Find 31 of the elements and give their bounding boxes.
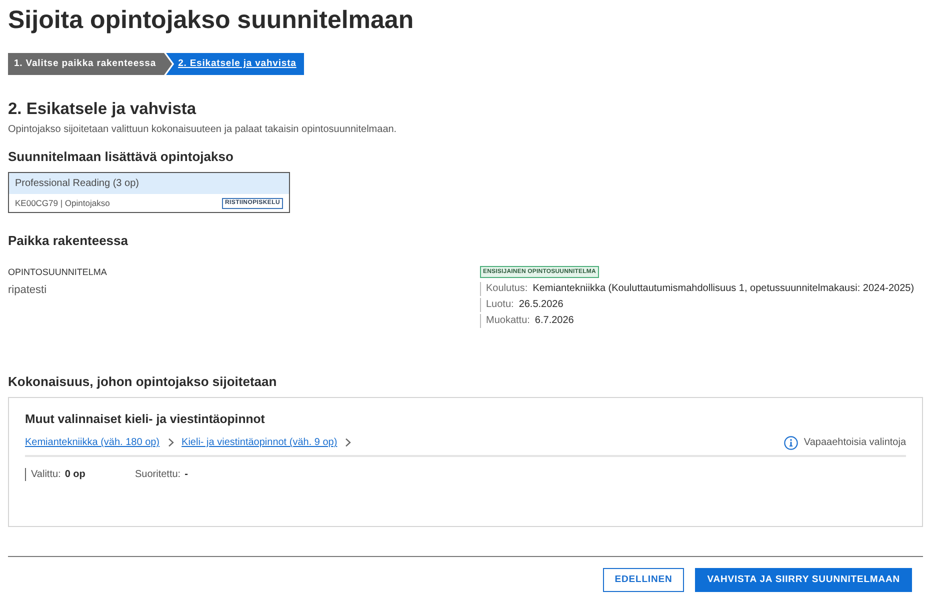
detail-label: Luotu:: [486, 298, 514, 312]
stat-label: Suoritettu:: [135, 468, 181, 481]
course-meta: KE00CG79 | Opintojakso: [15, 197, 110, 210]
section-heading: Kokonaisuus, johon opintojakso sijoitetaan: [8, 373, 278, 391]
section-heading: Paikka rakenteessa: [8, 232, 129, 250]
step-tab[interactable]: 1. Valitse paikka rakenteessa: [8, 53, 172, 75]
page-title: Sijoita opintojakso suunnitelmaan: [8, 5, 415, 36]
step-tab[interactable]: 2. Esikatsele ja vahvista: [166, 53, 304, 75]
plan-name: ripatesti: [8, 283, 48, 298]
back-button[interactable]: EDELLINEN: [602, 568, 684, 592]
info-text: Vapaaehtoisia valintoja: [804, 436, 906, 450]
stat-label: Valittu:: [31, 468, 61, 481]
chevron-icon: [345, 438, 352, 447]
course-name: Professional Reading (3 op): [9, 173, 289, 194]
section-heading: 2. Esikatsele ja vahvista: [8, 99, 198, 120]
plan-label: OPINTOSUUNNITELMA: [8, 266, 108, 279]
detail-value: 26.5.2026: [518, 298, 564, 312]
confirm-button[interactable]: VAHVISTA JA SIIRRY SUUNNITELMAAN: [695, 568, 912, 592]
info-icon: [784, 436, 798, 450]
detail-label: Muokattu:: [486, 314, 530, 328]
stat-value: 0 op: [64, 468, 86, 481]
group-title: Muut valinnaiset kieli- ja viestintäopinnot: [25, 411, 266, 428]
breadcrumb-link[interactable]: Kemiantekniikka (väh. 180 op): [25, 435, 160, 450]
detail-value: Kemiantekniikka (Kouluttautumismahdollisuus 1, opetussuunnitelmakausi: 2024-2025): [532, 282, 914, 296]
detail-label: Koulutus:: [486, 282, 528, 296]
chevron-icon: [168, 438, 174, 447]
detail-value: 6.7.2026: [534, 314, 574, 328]
section-heading: Suunnitelmaan lisättävä opintojakso: [8, 148, 234, 166]
stat-value: -: [184, 468, 188, 481]
section-description: Opintojakso sijoitetaan valittuun kokonaisuuteen ja palaat takaisin opintosuunnitelmaan.: [8, 123, 398, 137]
breadcrumb-link[interactable]: Kieli- ja viestintäopinnot (väh. 9 op): [182, 435, 338, 450]
